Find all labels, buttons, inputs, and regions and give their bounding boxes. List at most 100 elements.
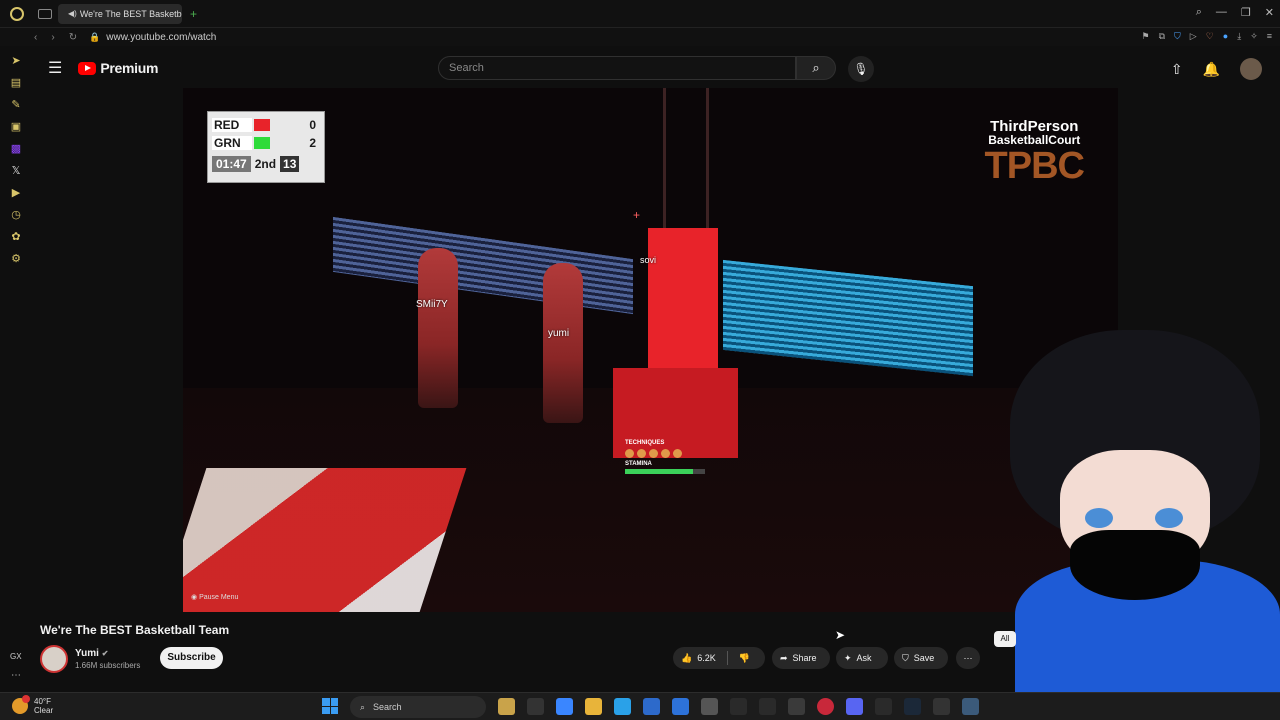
copilot-icon[interactable] xyxy=(556,698,573,715)
capcut-icon[interactable] xyxy=(730,698,747,715)
more-actions-button[interactable]: ⋯ xyxy=(956,647,980,669)
search-icon: ⌕ xyxy=(812,60,820,75)
search-button[interactable]: ⌕ xyxy=(796,56,836,80)
save-button[interactable]: ⛉ Save xyxy=(894,647,948,669)
heart-icon[interactable]: ♡ xyxy=(1206,31,1214,42)
verified-icon: ✔ xyxy=(101,649,109,658)
app-icon[interactable] xyxy=(498,698,515,715)
reload-icon[interactable]: ↻ xyxy=(69,32,77,43)
crosshair-icon: + xyxy=(633,208,641,222)
profile-icon[interactable]: ● xyxy=(1223,31,1228,42)
capture-icon[interactable] xyxy=(875,698,892,715)
subscribe-button[interactable]: Subscribe xyxy=(160,647,223,669)
scoreboard: RED 0 GRN 2 01:47 2nd 13 xyxy=(207,111,325,183)
subscriber-count: 1.66M subscribers xyxy=(75,661,141,670)
hoop-pole xyxy=(663,88,709,238)
voice-search-button[interactable]: 🎙 xyxy=(848,56,874,82)
history-icon[interactable]: ◷ xyxy=(11,208,21,222)
aria-icon[interactable]: ✧ xyxy=(1250,31,1258,42)
brand-line: TPBC xyxy=(984,145,1085,187)
game-period: 2nd xyxy=(254,157,277,171)
pause-menu-label: Pause Menu xyxy=(199,594,239,601)
account-avatar[interactable] xyxy=(1240,58,1262,80)
bookmark-icon[interactable]: ⚑ xyxy=(1141,31,1149,42)
video-player[interactable]: + SMii7Y yumi sovi RED 0 GRN 2 01:47 2nd… xyxy=(183,88,1118,612)
like-icon[interactable]: 👍 xyxy=(681,653,692,664)
forward-icon[interactable]: › xyxy=(51,32,54,43)
download-icon[interactable]: ⤓ xyxy=(1237,31,1241,42)
notification-badge xyxy=(22,695,30,703)
play-icon[interactable]: ▷ xyxy=(1190,31,1197,42)
guide-menu-icon[interactable]: ☰ xyxy=(48,58,62,78)
pinboard-icon[interactable]: ✎ xyxy=(11,98,20,112)
url-field[interactable]: www.youtube.com/watch xyxy=(106,32,216,43)
settings-icon[interactable]: ⚙ xyxy=(11,252,21,266)
opera-gx-icon[interactable] xyxy=(817,698,834,715)
vtuber-mask xyxy=(1070,530,1200,600)
search-input[interactable]: Search xyxy=(438,56,796,80)
tab-manager-icon[interactable] xyxy=(38,8,52,19)
vtube-studio-icon[interactable] xyxy=(962,698,979,715)
like-count[interactable]: 6.2K xyxy=(697,653,716,663)
weather-widget[interactable]: 40°F Clear xyxy=(12,695,53,715)
twitch-icon[interactable]: ▩ xyxy=(11,142,21,156)
vtuber-eye xyxy=(1155,508,1183,528)
back-icon[interactable]: ‹ xyxy=(34,32,37,43)
speaker-icon[interactable]: ◀) xyxy=(68,9,77,18)
dislike-icon[interactable]: 👎 xyxy=(739,653,750,664)
discord-icon[interactable] xyxy=(846,698,863,715)
taskbar-search[interactable]: ⌕ Search xyxy=(350,696,486,718)
opera-logo-icon[interactable] xyxy=(10,6,24,21)
x-icon[interactable]: 𝕏 xyxy=(12,164,21,178)
share-button[interactable]: ➦ Share xyxy=(772,647,830,669)
tool-icon[interactable] xyxy=(788,698,805,715)
stamina-bar xyxy=(625,469,705,474)
new-tab-button[interactable]: + xyxy=(190,7,197,21)
restore-icon[interactable]: ❐ xyxy=(1241,6,1251,19)
obs-icon[interactable] xyxy=(759,698,776,715)
outlook-icon[interactable] xyxy=(672,698,689,715)
player-icon[interactable]: ▶ xyxy=(12,186,20,200)
minimize-icon[interactable]: — xyxy=(1216,6,1227,19)
video-title: We're The BEST Basketball Team xyxy=(40,623,230,637)
messenger-icon[interactable]: ▣ xyxy=(11,120,21,134)
notifications-bell-icon[interactable]: 🔔 xyxy=(1203,61,1220,78)
red-floor-pad xyxy=(183,468,467,612)
flow-icon[interactable]: ➤ xyxy=(11,54,20,68)
channel-avatar[interactable] xyxy=(40,645,68,673)
settings-app-icon[interactable] xyxy=(701,698,718,715)
menu-icon[interactable]: ≡ xyxy=(1267,31,1272,42)
task-view-icon[interactable] xyxy=(527,698,544,715)
edge-icon[interactable] xyxy=(614,698,631,715)
filter-chip-all[interactable]: All xyxy=(994,631,1016,647)
ask-button[interactable]: ✦ Ask xyxy=(836,647,888,669)
techniques-label: TECHNIQUES xyxy=(625,440,665,446)
tpbc-logo: ThirdPerson BasketballCourt TPBC xyxy=(984,119,1085,187)
steam-icon[interactable] xyxy=(904,698,921,715)
file-explorer-icon[interactable] xyxy=(585,698,602,715)
channel-name[interactable]: Yumi ✔ xyxy=(75,648,108,659)
gx-corner-label[interactable]: GX xyxy=(10,652,22,661)
search-tabs-icon[interactable]: ⌕ xyxy=(1196,6,1202,19)
youtube-play-icon xyxy=(78,61,97,75)
active-tab[interactable]: ◀) We're The BEST Basketball Team xyxy=(58,3,182,24)
stamina-label: STAMINA xyxy=(625,461,652,467)
vtuber-avatar xyxy=(990,330,1280,696)
wallet-icon[interactable]: ▤ xyxy=(11,76,21,90)
pinned-apps xyxy=(498,698,979,715)
youtube-logo[interactable]: Premium xyxy=(78,60,158,76)
snapshot-icon[interactable]: ⧉ xyxy=(1159,31,1165,42)
close-icon[interactable]: ✕ xyxy=(1265,6,1274,19)
more-options-icon[interactable]: ⋯ xyxy=(11,670,21,681)
store-icon[interactable] xyxy=(643,698,660,715)
extensions-icon[interactable]: ✿ xyxy=(11,230,20,244)
lock-icon[interactable]: 🔒 xyxy=(89,32,100,43)
windows-start-icon[interactable] xyxy=(322,698,338,714)
shield-icon[interactable]: ⛉ xyxy=(1174,31,1181,42)
taskbar-search-label: Search xyxy=(373,702,402,712)
upload-icon[interactable]: ⇧ xyxy=(1171,61,1183,78)
temperature: 40°F xyxy=(34,697,51,706)
github-icon[interactable] xyxy=(933,698,950,715)
save-label: Save xyxy=(913,653,935,663)
logo-text: Premium xyxy=(100,60,159,76)
